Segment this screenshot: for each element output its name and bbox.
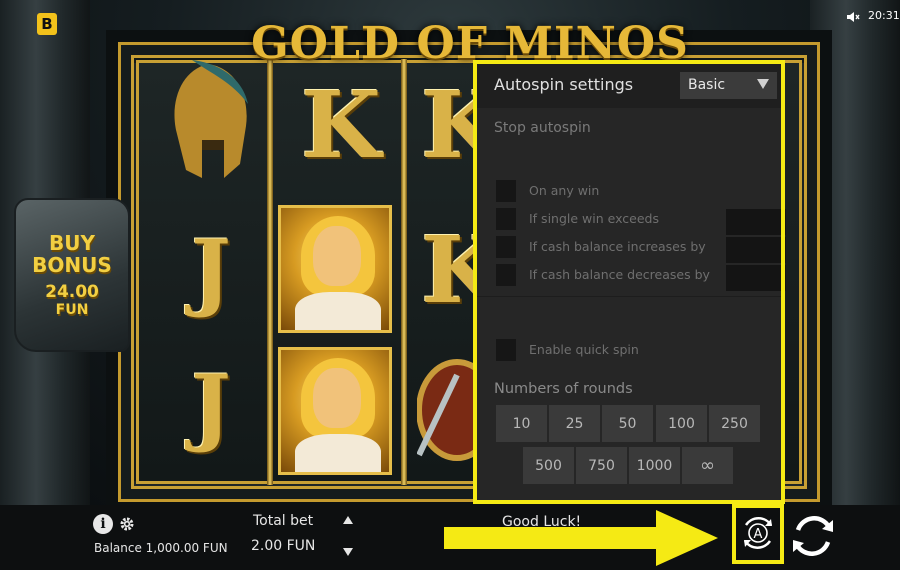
pointer-arrow: [444, 527, 664, 549]
gear-icon[interactable]: [119, 516, 135, 532]
hero-symbol: [278, 347, 392, 475]
speaker-muted-icon[interactable]: [846, 10, 860, 24]
info-icon[interactable]: i: [93, 514, 113, 534]
bet-increase-icon[interactable]: [343, 516, 353, 524]
buy-bonus-currency: FUN: [55, 302, 89, 318]
helmet-symbol: [159, 55, 259, 195]
reel-divider: [401, 59, 407, 485]
balance-display: Balance 1,000.00 FUN: [94, 541, 228, 555]
k-symbol: K: [301, 71, 381, 179]
j-symbol: J: [191, 220, 231, 320]
total-bet-value: 2.00 FUN: [251, 538, 316, 554]
svg-text:A: A: [754, 527, 763, 542]
bet-decrease-icon[interactable]: [343, 548, 353, 556]
buy-bonus-line2: BONUS: [32, 253, 112, 277]
casino-logo: B: [37, 13, 57, 35]
clock: 20:31: [868, 9, 900, 22]
total-bet-label: Total bet: [253, 513, 314, 529]
reel-divider: [267, 59, 273, 485]
right-pillar: [810, 0, 900, 505]
panel-highlight: [473, 60, 785, 504]
buy-bonus-button[interactable]: BUY BONUS 24.00 FUN: [14, 198, 130, 352]
j-symbol: J: [191, 355, 231, 455]
shield-symbol: [417, 355, 477, 465]
buy-bonus-price: 24.00: [45, 282, 99, 302]
autospin-button[interactable]: A: [738, 513, 778, 553]
hero-symbol: [278, 205, 392, 333]
pointer-arrow-head: [656, 510, 718, 566]
buy-bonus-line1: BUY: [49, 231, 95, 255]
spin-button[interactable]: [789, 512, 837, 560]
